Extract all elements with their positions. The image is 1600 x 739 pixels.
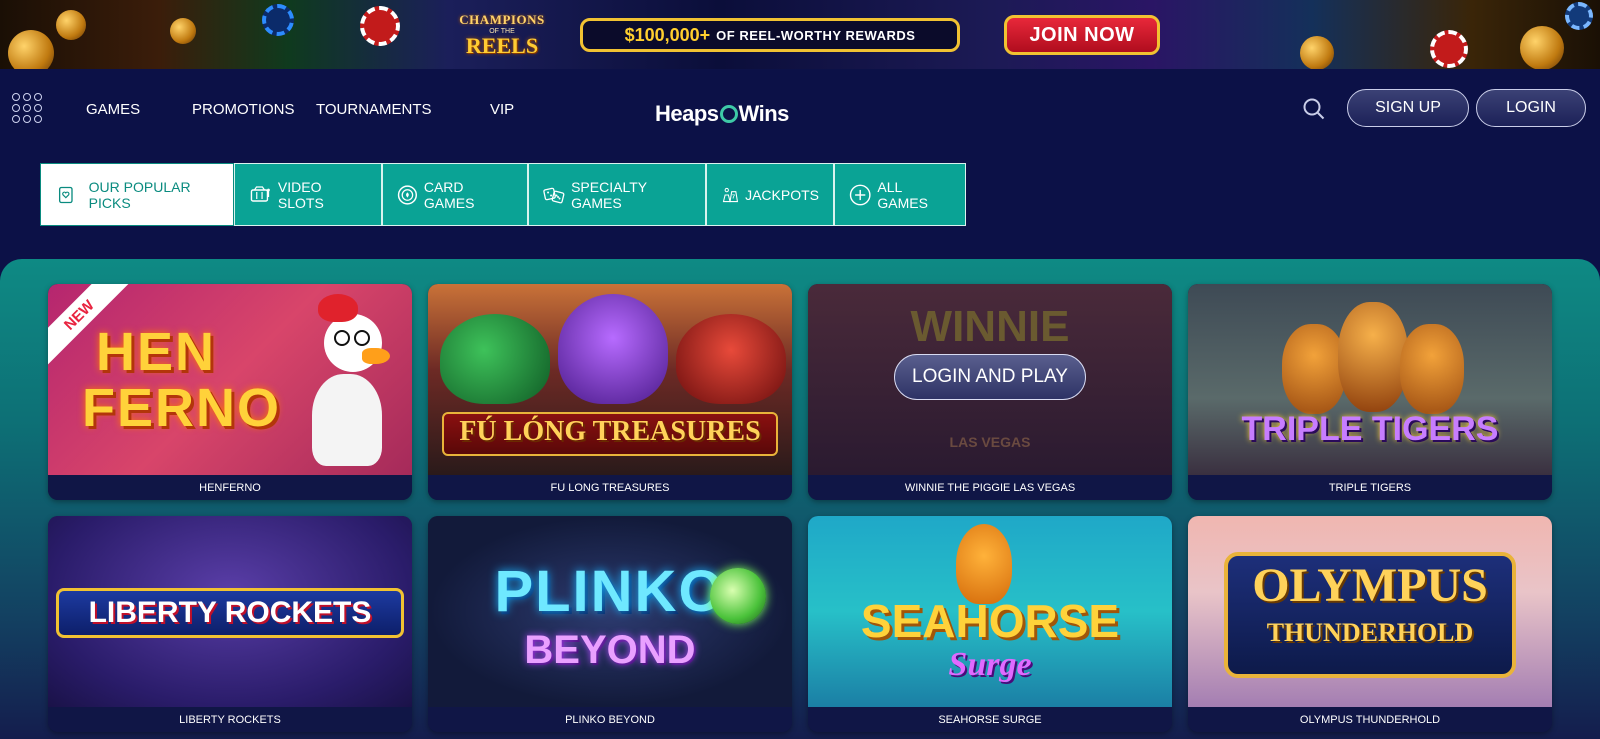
- art-line-1: HEN: [96, 322, 217, 382]
- tab-card-games[interactable]: CARD GAMES: [382, 163, 528, 226]
- nav-vip[interactable]: VIP: [490, 101, 514, 118]
- gold-coins-decoration: [170, 18, 196, 44]
- tab-label: CARD GAMES: [423, 178, 475, 211]
- heart-card-icon: [58, 186, 73, 203]
- gold-coins-decoration: [56, 10, 86, 40]
- game-title[interactable]: FU LONG TREASURES: [428, 475, 792, 500]
- tab-label: SPECIALTY GAMES: [571, 178, 647, 211]
- game-thumbnail[interactable]: LIBERTY ROCKETS: [48, 516, 412, 707]
- tiger-figure: [1282, 324, 1346, 414]
- reward-amount: $100,000+: [624, 24, 711, 45]
- tiger-figure: [1400, 324, 1464, 414]
- champions-of-the-reels-logo: CHAMPIONS OF THE REELS: [452, 2, 552, 66]
- plinko-ball-icon: [710, 568, 766, 624]
- logo-line-1: CHAMPIONS: [459, 12, 545, 27]
- poker-chip-decoration: [1430, 30, 1468, 68]
- game-card-plinko-beyond[interactable]: PLINKO BEYOND PLINKO BEYOND: [428, 516, 792, 732]
- join-now-button[interactable]: JOIN NOW: [1004, 15, 1160, 55]
- search-icon[interactable]: [1303, 98, 1325, 120]
- game-title[interactable]: LIBERTY ROCKETS: [48, 707, 412, 732]
- game-thumbnail[interactable]: PLINKO BEYOND: [428, 516, 792, 707]
- tiger-figure: [1338, 302, 1408, 412]
- tab-specialty-games[interactable]: SPECIALTY GAMES: [528, 163, 706, 226]
- logo-left-text: Heaps: [655, 101, 719, 126]
- game-title[interactable]: TRIPLE TIGERS: [1188, 475, 1552, 500]
- game-art-title: OLYMPUS: [1252, 559, 1488, 612]
- tab-our-popular-picks[interactable]: OUR POPULAR PICKS: [40, 163, 234, 226]
- tab-all-games[interactable]: ALL GAMES: [834, 163, 966, 226]
- game-card-henferno[interactable]: HEN FERNO NEW HENFERNO: [48, 284, 412, 500]
- game-thumbnail[interactable]: TRIPLE TIGERS: [1188, 284, 1552, 475]
- tab-jackpots[interactable]: 7 JACKPOTS: [706, 163, 834, 226]
- tab-video-slots[interactable]: VIDEO SLOTS: [234, 163, 382, 226]
- promo-banner[interactable]: CHAMPIONS OF THE REELS $100,000+ OF REEL…: [0, 0, 1600, 69]
- logo-o-ring-icon: [719, 105, 738, 123]
- game-art-title: LIBERTY ROCKETS: [88, 596, 372, 629]
- heaps-o-wins-logo[interactable]: Heaps Wins: [655, 101, 789, 127]
- game-card-liberty-rockets[interactable]: LIBERTY ROCKETS LIBERTY ROCKETS: [48, 516, 412, 732]
- game-art-title: FÚ LÓNG TREASURES: [459, 416, 761, 447]
- game-thumbnail[interactable]: HEN FERNO NEW: [48, 284, 412, 475]
- poker-chip-decoration: [1565, 2, 1593, 30]
- game-card-seahorse-surge[interactable]: SEAHORSE Surge SEAHORSE SURGE: [808, 516, 1172, 732]
- dice-icon: [543, 187, 565, 203]
- gold-coins-decoration: [1300, 36, 1334, 69]
- login-button[interactable]: LOGIN: [1476, 89, 1586, 127]
- logo-right-text: Wins: [738, 101, 790, 126]
- sign-up-button[interactable]: SIGN UP: [1347, 89, 1469, 127]
- nav-tournaments[interactable]: TOURNAMENTS: [316, 101, 432, 118]
- game-art-title: TRIPLE TIGERS: [1241, 410, 1499, 448]
- tab-label: JACKPOTS: [745, 186, 819, 203]
- poker-chip-decoration: [360, 6, 400, 46]
- game-card-olympus-thunderhold[interactable]: OLYMPUS THUNDERHOLD OLYMPUS THUNDERHOLD: [1188, 516, 1552, 732]
- game-card-winnie-the-piggie[interactable]: WINNIE LAS VEGAS LOGIN AND PLAY WINNIE T…: [808, 284, 1172, 500]
- poker-chip-icon: [397, 184, 418, 205]
- game-thumbnail[interactable]: WINNIE LAS VEGAS LOGIN AND PLAY: [808, 284, 1172, 475]
- jackpot-icon: 7: [722, 187, 739, 202]
- game-thumbnail[interactable]: OLYMPUS THUNDERHOLD: [1188, 516, 1552, 707]
- game-title[interactable]: PLINKO BEYOND: [428, 707, 792, 732]
- gold-coins-decoration: [1520, 26, 1564, 69]
- chicken-mascot: [306, 294, 392, 466]
- game-thumbnail[interactable]: SEAHORSE Surge: [808, 516, 1172, 707]
- site-header: GAMES PROMOTIONS TOURNAMENTS VIP Heaps Wi…: [0, 69, 1600, 145]
- game-art-title: SEAHORSE: [860, 595, 1120, 647]
- game-art-subtitle: BEYOND: [524, 628, 696, 672]
- tab-label: VIDEO SLOTS: [277, 178, 324, 211]
- logo-line-3: REELS: [465, 33, 539, 58]
- svg-text:7: 7: [732, 194, 735, 200]
- tab-label: OUR POPULAR PICKS: [88, 178, 191, 211]
- login-and-play-button[interactable]: LOGIN AND PLAY: [894, 354, 1086, 400]
- game-title[interactable]: SEAHORSE SURGE: [808, 707, 1172, 732]
- game-thumbnail[interactable]: FÚ LÓNG TREASURES: [428, 284, 792, 475]
- game-grid-section: HEN FERNO NEW HENFERNO FÚ LÓNG TREASURES…: [0, 259, 1600, 739]
- slot-machine-icon: [250, 185, 270, 202]
- art-line-2: FERNO: [82, 378, 281, 438]
- game-art-title: WINNIE: [910, 302, 1070, 351]
- reward-pill: $100,000+ OF REEL-WORTHY REWARDS: [580, 18, 960, 52]
- game-art-subtitle: THUNDERHOLD: [1266, 618, 1474, 647]
- poker-chip-decoration: [262, 4, 294, 36]
- game-art-subtitle: Surge: [948, 646, 1032, 683]
- dragon-figure-green: [440, 314, 550, 404]
- game-card-fu-long-treasures[interactable]: FÚ LÓNG TREASURES FU LONG TREASURES: [428, 284, 792, 500]
- nav-games[interactable]: GAMES: [86, 101, 140, 118]
- reward-text: OF REEL-WORTHY REWARDS: [716, 27, 916, 43]
- category-tabs: OUR POPULAR PICKS VIDEO SLOTS CARD GAMES…: [40, 163, 966, 226]
- dragon-figure-purple: [558, 294, 668, 404]
- gold-coins-decoration: [8, 30, 54, 69]
- menu-grid-icon[interactable]: [12, 93, 42, 123]
- plus-circle-icon: [849, 184, 871, 205]
- seahorse-figure: [956, 524, 1012, 604]
- game-title[interactable]: OLYMPUS THUNDERHOLD: [1188, 707, 1552, 732]
- nav-promotions[interactable]: PROMOTIONS: [192, 101, 295, 118]
- dragon-figure-red: [676, 314, 786, 404]
- tab-label: ALL GAMES: [877, 178, 928, 211]
- game-title[interactable]: WINNIE THE PIGGIE LAS VEGAS: [808, 475, 1172, 500]
- game-art-subtitle: LAS VEGAS: [949, 434, 1031, 450]
- game-card-triple-tigers[interactable]: TRIPLE TIGERS TRIPLE TIGERS: [1188, 284, 1552, 500]
- game-title[interactable]: HENFERNO: [48, 475, 412, 500]
